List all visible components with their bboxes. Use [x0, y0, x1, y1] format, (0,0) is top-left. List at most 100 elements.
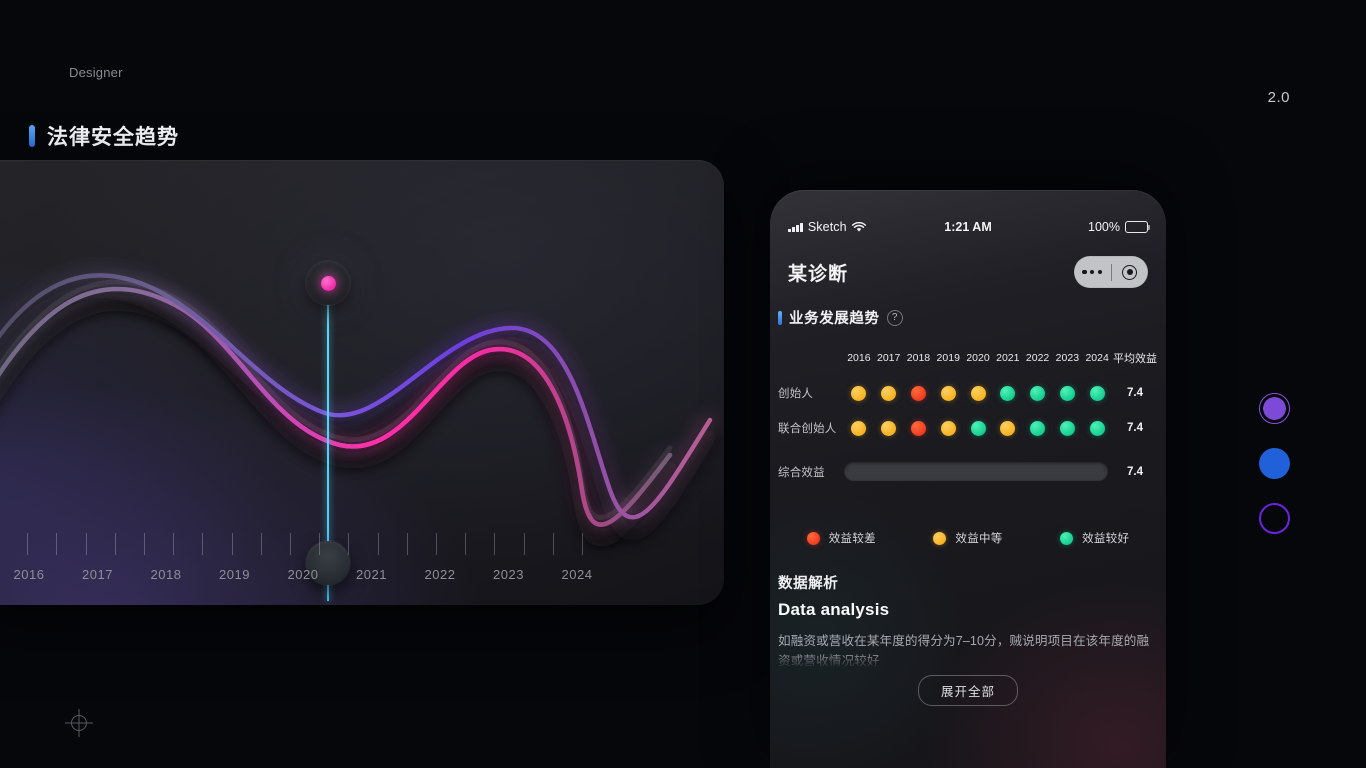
status-bar-left: Sketch [788, 220, 866, 234]
ratings-matrix: 2016 2017 2018 2019 2020 2021 2022 2023 … [778, 350, 1158, 481]
year-header: 2018 [906, 352, 931, 364]
average-header: 平均效益 [1113, 353, 1157, 365]
year-header: 2024 [1085, 352, 1109, 364]
matrix-year-headers: 2016 2017 2018 2019 2020 2021 2022 2023 … [844, 352, 1112, 364]
rating-dot-yellow-icon [1000, 420, 1016, 436]
year-header: 2021 [996, 352, 1020, 364]
swatch-blue-solid[interactable] [1259, 448, 1290, 479]
table-row: 创始人 7.4 [778, 385, 1158, 401]
signal-bars-icon [788, 222, 803, 232]
page-title-group: 法律安全趋势 [29, 121, 179, 151]
axis-year-label[interactable]: 2019 [219, 567, 250, 582]
rating-cell [904, 385, 934, 401]
swatch-violet-ring[interactable] [1259, 503, 1290, 534]
legend-label: 效益较差 [828, 533, 876, 545]
axis-year-label[interactable]: 2016 [14, 567, 45, 582]
chart-card[interactable]: 2016 2017 2018 2019 2020 2021 2022 2023 2024 [0, 160, 724, 605]
rating-dot-yellow-icon [881, 420, 897, 436]
rating-cell [1023, 385, 1053, 401]
axis-year-label[interactable]: 2020 [288, 567, 319, 582]
rating-cell [874, 420, 904, 436]
rating-dot-red-icon [910, 385, 926, 401]
legend-item-good: 效益较好 [1031, 530, 1158, 546]
app-title: 某诊断 [788, 263, 849, 285]
question-mark-icon[interactable]: ? [886, 309, 903, 326]
rating-dot-green-icon [1030, 420, 1046, 436]
status-bar: Sketch 1:21 AM 100% [770, 218, 1166, 236]
axis-tick [552, 533, 554, 555]
axis-year-label[interactable]: 2023 [493, 567, 524, 582]
overall-score-row: 综合效益 7.4 [778, 462, 1158, 481]
miniprogram-capsule[interactable] [1074, 256, 1148, 288]
axis-year-label[interactable]: 2022 [425, 567, 456, 582]
rating-cell [844, 385, 874, 401]
expand-all-button[interactable]: 展开全部 [917, 675, 1018, 706]
legend-item-medium: 效益中等 [905, 530, 1032, 546]
rating-dot-green-icon [1059, 420, 1075, 436]
analysis-title-zh: 数据解析 [778, 576, 839, 592]
section-header: 业务发展趋势 ? [778, 307, 903, 328]
axis-tick [582, 533, 583, 555]
axis-tick [348, 533, 350, 555]
rating-cell [963, 420, 993, 436]
overall-value: 7.4 [1127, 465, 1143, 478]
status-bar-time: 1:21 AM [944, 220, 992, 234]
axis-year-label[interactable]: 2018 [151, 567, 182, 582]
rating-dot-green-icon [1089, 385, 1105, 401]
rating-dot-green-icon [1000, 385, 1016, 401]
axis-tick [202, 533, 204, 555]
row-average: 7.4 [1127, 422, 1143, 434]
axis-tick [523, 533, 525, 555]
progress-bar[interactable] [844, 462, 1108, 481]
year-header: 2019 [936, 352, 960, 364]
target-circle-icon[interactable] [1112, 264, 1149, 280]
axis-tick [260, 533, 262, 555]
rating-cell [874, 385, 904, 401]
year-header: 2020 [966, 352, 990, 364]
rating-cell [1052, 420, 1082, 436]
section-accent-bar-icon [778, 310, 782, 325]
axis-year-label[interactable]: 2017 [82, 567, 113, 582]
rating-cell [933, 385, 963, 401]
page-title: 法律安全趋势 [47, 126, 179, 149]
rating-dot-yellow-icon [851, 420, 867, 436]
axis-year-label[interactable]: 2021 [356, 567, 387, 582]
axis-tick [27, 533, 29, 555]
scrubber-dot-icon [320, 275, 336, 291]
carrier-name: Sketch [807, 220, 847, 234]
battery-percent: 100% [1088, 220, 1120, 234]
axis-tick [319, 533, 321, 555]
axis-tick [231, 533, 233, 555]
rating-cell [1023, 420, 1053, 436]
axis-year-label[interactable]: 2024 [562, 567, 593, 582]
axis-tick [56, 533, 58, 555]
rating-cell [993, 420, 1023, 436]
timeline-axis[interactable]: 2016 2017 2018 2019 2020 2021 2022 2023 2024 [0, 509, 724, 605]
rating-cell [993, 385, 1023, 401]
analysis-section: 数据解析 Data analysis 如融资或营收在某年度的得分为7–10分，贼… [778, 572, 1158, 706]
legend-label: 效益中等 [955, 533, 1003, 545]
status-bar-right: 100% [1088, 220, 1151, 234]
rating-cell [1082, 420, 1112, 436]
three-dots-icon[interactable] [1074, 269, 1111, 275]
axis-tick [85, 533, 87, 555]
rating-cell [1052, 385, 1082, 401]
year-header: 2016 [847, 352, 871, 364]
swatch-purple-ring-fill[interactable] [1259, 393, 1290, 424]
rating-dot-yellow-icon [940, 385, 956, 401]
rating-cell [963, 385, 993, 401]
rating-dot-green-icon [1089, 420, 1105, 436]
axis-tick [494, 533, 496, 555]
year-header: 2017 [876, 352, 901, 364]
rating-dot-yellow-icon [881, 385, 897, 401]
matrix-header-row: 2016 2017 2018 2019 2020 2021 2022 2023 … [778, 350, 1158, 366]
section-title: 业务发展趋势 [789, 311, 880, 327]
analysis-body: 如融资或营收在某年度的得分为7–10分，贼说明项目在该年度的融资或营收情况较好 [778, 634, 1150, 668]
axis-tick [406, 533, 408, 555]
axis-tick [290, 533, 291, 555]
legend-label: 效益较好 [1082, 533, 1130, 545]
phone-mockup: Sketch 1:21 AM 100% 某诊断 业务发展趋势 ? 2016 20… [770, 190, 1166, 768]
scrubber-handle-top[interactable] [306, 261, 350, 305]
nav-bar: 某诊断 [770, 250, 1166, 294]
rating-cell [1082, 385, 1112, 401]
